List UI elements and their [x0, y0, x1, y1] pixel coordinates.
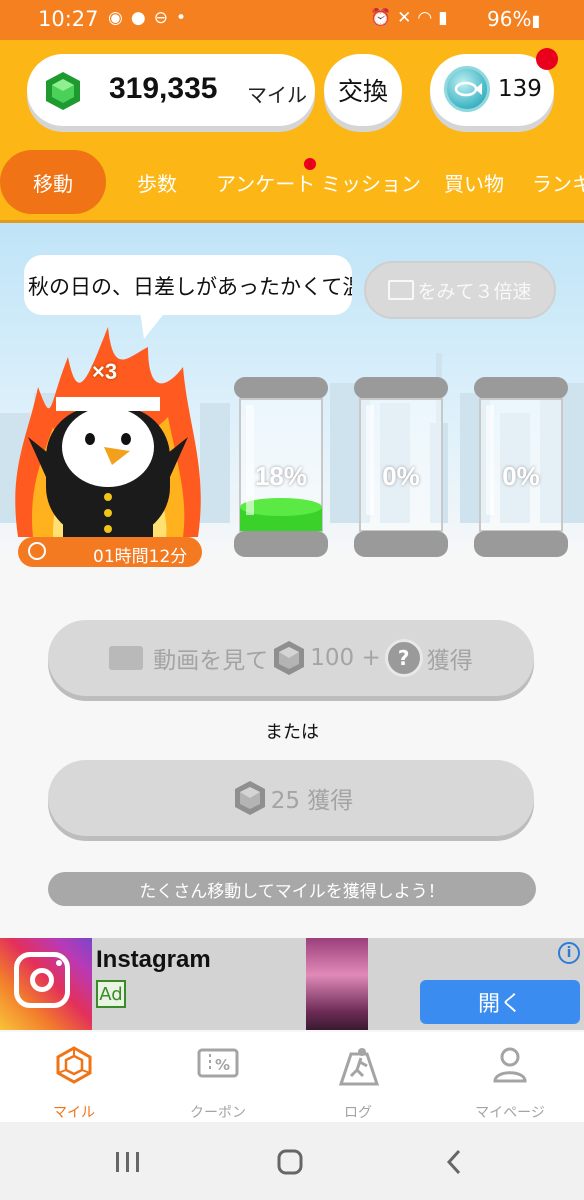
nav-log-label: ログ	[344, 1105, 372, 1121]
tab-steps[interactable]: 歩数	[137, 150, 177, 214]
gray-gem-icon	[234, 781, 265, 815]
person-icon	[493, 1047, 527, 1083]
tab-ranking[interactable]: ランキ	[532, 150, 584, 214]
fish-coin-icon	[444, 66, 490, 112]
nav-miles-label: マイル	[53, 1105, 95, 1121]
miles-value: 319,335	[109, 72, 218, 105]
jar-1-percent: 18%	[254, 461, 308, 491]
tab-label: アンケート	[216, 171, 316, 196]
or-label: または	[265, 722, 319, 743]
coin-notification-badge	[536, 48, 558, 70]
svg-text:%: %	[215, 1056, 230, 1074]
video-button-amount: 100 +	[310, 645, 381, 671]
bubble-text: 秋の日の、日差しがあったかくて温	[28, 275, 352, 299]
tab-label: 移動	[33, 171, 73, 196]
tab-survey[interactable]: アンケート	[216, 150, 316, 214]
wifi-icon: ◠	[417, 8, 439, 28]
ad-banner[interactable]: Instagram Ad i 開く	[0, 938, 584, 1030]
owl-icon: ◉	[108, 8, 131, 28]
boost-timer: 01時間12分	[18, 537, 202, 567]
location-icon: ●	[130, 8, 154, 28]
walk-log-icon	[338, 1048, 380, 1086]
signal-icon: ▮	[438, 8, 454, 28]
progress-jar-3: 0%	[472, 375, 570, 563]
nav-coupons[interactable]: % クーポン	[148, 1032, 288, 1122]
hex-gem-icon	[56, 1046, 92, 1084]
category-tabs: 移動 歩数 アンケート ミッション 買い物 ランキ	[0, 150, 584, 214]
speech-bubble: 秋の日の、日差しがあったかくて温	[24, 255, 352, 315]
status-bar: 10:27 ◉●⊖• ⏰✕◠▮ 96%▮	[0, 0, 584, 40]
tab-survey-badge	[304, 158, 316, 170]
nav-mypage[interactable]: マイページ	[440, 1032, 580, 1122]
ad-badge: Ad	[96, 980, 126, 1008]
coupon-icon: %	[197, 1048, 239, 1078]
earn-miles-button[interactable]: 25 獲得	[48, 760, 534, 836]
tab-label: 買い物	[444, 171, 504, 196]
mystery-bonus-icon: ?	[384, 639, 423, 677]
video-icon	[109, 646, 144, 670]
battery-level: 96%▮	[487, 7, 540, 31]
nav-miles[interactable]: マイル	[4, 1032, 144, 1122]
ad-title: Instagram	[96, 946, 211, 973]
triple-speed-label: をみて３倍速	[417, 280, 532, 303]
coin-balance[interactable]: 139	[430, 48, 558, 126]
home-icon[interactable]	[276, 1148, 304, 1176]
tab-label: 歩数	[137, 171, 177, 196]
miles-unit: マイル	[247, 83, 307, 107]
timer-text: 01時間12分	[93, 547, 188, 567]
jar-2-percent: 0%	[382, 461, 420, 491]
video-button-suffix: 獲得	[426, 648, 473, 674]
bottom-navigation: マイル % クーポン ログ マイページ	[0, 1032, 584, 1122]
mute-icon: ✕	[397, 8, 418, 28]
stopwatch-icon	[28, 542, 46, 560]
video-button-prefix: 動画を見て	[153, 648, 269, 674]
exchange-button[interactable]: 交換	[324, 54, 402, 126]
back-icon[interactable]	[444, 1148, 464, 1176]
battery-icon: ▮	[531, 11, 541, 30]
status-right-icons: ⏰✕◠▮	[370, 8, 454, 28]
gray-gem-icon	[274, 641, 305, 675]
progress-jar-2: 0%	[352, 375, 450, 563]
ad-info-icon[interactable]: i	[558, 942, 580, 964]
green-gem-icon	[46, 72, 80, 110]
tab-shopping[interactable]: 買い物	[444, 150, 504, 214]
nav-coupons-label: クーポン	[190, 1105, 246, 1121]
instagram-logo-icon	[0, 938, 92, 1030]
hint-banner: たくさん移動してマイルを獲得しよう！	[48, 872, 536, 906]
recent-apps-icon[interactable]	[114, 1150, 142, 1174]
app-header: 319,335 マイル 交換 139 移動 歩数 アンケート ミッション 買い物…	[0, 40, 584, 223]
ad-photo	[306, 938, 368, 1030]
penguin-mascot	[15, 327, 201, 537]
watch-video-button[interactable]: 動画を見て 100 + ? 獲得	[48, 620, 534, 696]
tab-move[interactable]: 移動	[0, 150, 106, 214]
status-left-icons: ◉●⊖•	[108, 8, 194, 28]
coin-value: 139	[498, 76, 542, 102]
tab-label: ランキ	[532, 171, 584, 196]
tab-label: ミッション	[321, 171, 421, 196]
status-time: 10:27	[38, 7, 99, 31]
nav-log[interactable]: ログ	[288, 1032, 428, 1122]
triple-speed-button[interactable]: をみて３倍速	[364, 261, 556, 319]
speed-multiplier-badge: ×3	[92, 359, 118, 384]
nav-mypage-label: マイページ	[475, 1105, 545, 1121]
ad-open-button[interactable]: 開く	[420, 980, 580, 1024]
alarm-icon: ⏰	[370, 8, 398, 28]
tab-mission[interactable]: ミッション	[321, 150, 421, 214]
video-icon	[388, 280, 415, 300]
system-navigation-bar	[0, 1122, 584, 1200]
jar-3-percent: 0%	[502, 461, 540, 491]
progress-jar-1: 18%	[232, 375, 330, 563]
block-icon: ⊖	[153, 8, 176, 28]
hero-panel: 秋の日の、日差しがあったかくて温 をみて３倍速 ×3 01時間12分 18% 0…	[0, 223, 584, 590]
miles-balance: 319,335 マイル	[27, 54, 315, 126]
notification-dot-icon: •	[175, 8, 194, 28]
battery-text: 96%	[487, 7, 532, 31]
earn-button-label: 25 獲得	[270, 788, 354, 814]
